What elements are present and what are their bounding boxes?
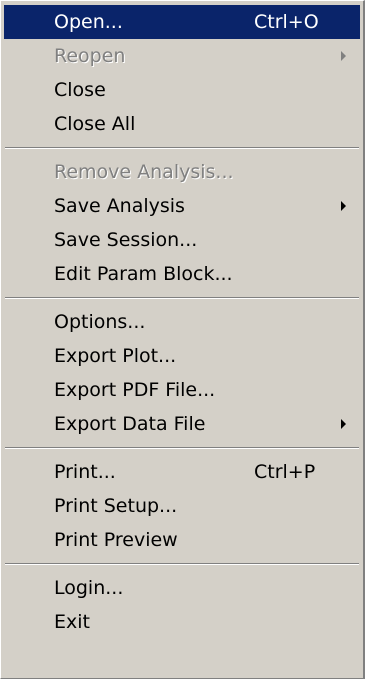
menu-item-export-plot[interactable]: Export Plot... xyxy=(4,339,360,373)
menu-item-label: Export Plot... xyxy=(54,345,177,367)
menu-item-save-session[interactable]: Save Session... xyxy=(4,223,360,257)
menu-item-print-setup[interactable]: Print Setup... xyxy=(4,489,360,523)
menu-separator xyxy=(5,447,359,449)
menu-item-close[interactable]: Close xyxy=(4,73,360,107)
menu-item-label: Export PDF File... xyxy=(54,379,216,401)
menu-item-label: Reopen xyxy=(54,45,126,67)
menu-item-reopen: Reopen xyxy=(4,39,360,73)
menu-separator xyxy=(5,563,359,565)
menu-item-label: Exit xyxy=(54,611,90,633)
menu-item-login[interactable]: Login... xyxy=(4,571,360,605)
menu-item-exit[interactable]: Exit xyxy=(4,605,360,639)
menu-item-export-data-file[interactable]: Export Data File xyxy=(4,407,360,441)
menu-item-label: Close xyxy=(54,79,106,101)
shortcut-text: Ctrl+O xyxy=(254,11,319,33)
menu-item-label: Edit Param Block... xyxy=(54,263,233,285)
menu-separator xyxy=(5,297,359,299)
menu-separator xyxy=(5,147,359,149)
submenu-arrow-icon xyxy=(341,51,346,61)
file-menu: Open... Ctrl+O Reopen Close Close All Re… xyxy=(0,0,365,679)
menu-item-label: Save Session... xyxy=(54,229,198,251)
shortcut-text: Ctrl+P xyxy=(254,461,316,483)
menu-item-save-analysis[interactable]: Save Analysis xyxy=(4,189,360,223)
menu-item-options[interactable]: Options... xyxy=(4,305,360,339)
menu-item-label: Open... xyxy=(54,11,123,33)
menu-item-remove-analysis: Remove Analysis... xyxy=(4,155,360,189)
submenu-arrow-icon xyxy=(341,201,346,211)
menu-item-label: Options... xyxy=(54,311,146,333)
menu-item-label: Save Analysis xyxy=(54,195,185,217)
menu-item-label: Print... xyxy=(54,461,116,483)
menu-item-print[interactable]: Print... Ctrl+P xyxy=(4,455,360,489)
menu-item-label: Close All xyxy=(54,113,136,135)
menu-item-label: Print Setup... xyxy=(54,495,178,517)
menu-item-export-pdf-file[interactable]: Export PDF File... xyxy=(4,373,360,407)
menu-item-label: Print Preview xyxy=(54,529,178,551)
menu-item-open[interactable]: Open... Ctrl+O xyxy=(4,5,360,39)
menu-item-label: Export Data File xyxy=(54,413,206,435)
menu-item-print-preview[interactable]: Print Preview xyxy=(4,523,360,557)
menu-item-edit-param-block[interactable]: Edit Param Block... xyxy=(4,257,360,291)
menu-item-label: Login... xyxy=(54,577,124,599)
menu-item-close-all[interactable]: Close All xyxy=(4,107,360,141)
menu-item-label: Remove Analysis... xyxy=(54,161,234,183)
submenu-arrow-icon xyxy=(341,419,346,429)
